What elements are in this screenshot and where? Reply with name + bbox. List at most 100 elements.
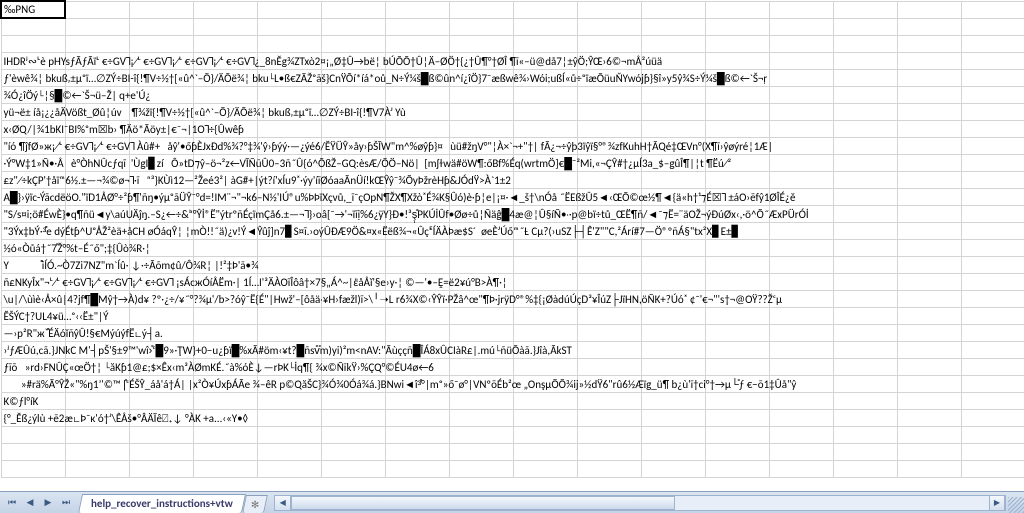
grid-cell[interactable]: [449, 392, 513, 409]
grid-cell[interactable]: [769, 392, 833, 409]
grid-cell[interactable]: [961, 273, 1024, 290]
grid-cell[interactable]: [641, 409, 705, 426]
grid-cell[interactable]: [833, 324, 897, 341]
grid-cell[interactable]: [769, 409, 833, 426]
grid-cell[interactable]: [641, 426, 705, 443]
grid-cell[interactable]: [961, 256, 1024, 273]
grid-cell[interactable]: [513, 103, 577, 120]
grid-cell[interactable]: [577, 103, 641, 120]
grid-cell[interactable]: [833, 188, 897, 205]
grid-cell[interactable]: [769, 222, 833, 239]
grid-cell[interactable]: [961, 460, 1024, 477]
grid-cell[interactable]: [897, 358, 961, 375]
grid-cell[interactable]: [129, 18, 193, 35]
grid-cell[interactable]: [769, 1, 833, 18]
grid-cell[interactable]: "íó ¶ĵfØ»ж¡∕ᴸ €÷GV˥¡∕ᴸ €÷GV˥ Àû#+ åŷ'•őƥ…: [1, 137, 65, 154]
grid-cell[interactable]: [641, 256, 705, 273]
grid-cell[interactable]: [385, 443, 449, 460]
grid-cell[interactable]: [833, 120, 897, 137]
grid-cell[interactable]: [705, 35, 769, 52]
grid-cell[interactable]: [129, 443, 193, 460]
grid-cell[interactable]: [897, 154, 961, 171]
grid-cell[interactable]: [897, 443, 961, 460]
grid-cell[interactable]: [513, 35, 577, 52]
grid-cell[interactable]: [449, 409, 513, 426]
grid-cell[interactable]: [513, 256, 577, 273]
grid-cell[interactable]: [257, 239, 321, 256]
grid-cell[interactable]: [257, 409, 321, 426]
grid-cell[interactable]: [385, 35, 449, 52]
grid-cell[interactable]: [897, 103, 961, 120]
grid-cell[interactable]: [705, 358, 769, 375]
grid-cell[interactable]: ‰PNG: [1, 1, 65, 18]
grid-cell[interactable]: [321, 392, 385, 409]
grid-cell[interactable]: [897, 239, 961, 256]
hscroll-left[interactable]: ◀: [275, 496, 291, 510]
grid-cell[interactable]: [769, 69, 833, 86]
grid-cell[interactable]: [961, 137, 1024, 154]
grid-cell[interactable]: [513, 171, 577, 188]
grid-cell[interactable]: [961, 443, 1024, 460]
grid-cell[interactable]: yü¬ë± íå¡¿¿åÄVößt_Øû¦úv ¶¾žï{!¶V÷½†[«û^`…: [1, 103, 65, 120]
grid-cell[interactable]: [321, 86, 385, 103]
grid-cell[interactable]: [641, 86, 705, 103]
grid-cell[interactable]: [833, 52, 897, 69]
grid-cell[interactable]: [641, 324, 705, 341]
grid-cell[interactable]: [193, 426, 257, 443]
grid-cell[interactable]: [577, 324, 641, 341]
grid-cell[interactable]: [961, 18, 1024, 35]
grid-cell[interactable]: [577, 256, 641, 273]
grid-cell[interactable]: [129, 307, 193, 324]
grid-cell[interactable]: [705, 52, 769, 69]
grid-cell[interactable]: [833, 18, 897, 35]
grid-cell[interactable]: [577, 239, 641, 256]
grid-cell[interactable]: [769, 443, 833, 460]
tab-nav-prev[interactable]: ◀: [22, 495, 38, 511]
grid-cell[interactable]: [449, 358, 513, 375]
grid-cell[interactable]: [257, 18, 321, 35]
grid-cell[interactable]: {°_Ěß¿ýlù +ē2æ∟Þ¯ĸ'ó†ᴶ\ÊÅš•°ÂÄĨê⍁₊↓ °ÀK …: [1, 409, 65, 426]
worksheet-grid[interactable]: ‰PNGIHDRʲ∾ᴸè pHYsƒÃƒÃïᴸ €÷GV˥¡∕ᴸ €÷GV˥¡…: [0, 0, 1024, 491]
grid-cell[interactable]: [769, 103, 833, 120]
grid-cell[interactable]: [65, 460, 129, 477]
grid-cell[interactable]: [769, 307, 833, 324]
grid-cell[interactable]: [513, 86, 577, 103]
grid-cell[interactable]: [449, 239, 513, 256]
grid-cell[interactable]: [833, 290, 897, 307]
grid-cell[interactable]: [513, 324, 577, 341]
grid-cell[interactable]: ½ó«Òůá†˝7̊Ž°%t–É˝ő";‡{Ûò¾R·¦: [1, 239, 65, 256]
grid-cell[interactable]: [193, 307, 257, 324]
grid-cell[interactable]: [961, 1, 1024, 18]
grid-cell[interactable]: ·Ý°W‡1»Ñ•·Å è°ÒhNÛcƒqĩ 'ÙgI▊zí Ô»tD⁊ŷ–ö¬…: [1, 154, 65, 171]
grid-cell[interactable]: [449, 324, 513, 341]
grid-cell[interactable]: [385, 324, 449, 341]
grid-cell[interactable]: »#rä%Ã°ŶŽ«"%ŋ1’'©™ |̊ᶜÉŠŶ_áå'á†Á| |x²Ò¥Ú…: [1, 375, 65, 392]
grid-cell[interactable]: [769, 358, 833, 375]
horizontal-scrollbar[interactable]: ◀ ▶: [274, 495, 1006, 511]
grid-cell[interactable]: [321, 1, 385, 18]
grid-cell[interactable]: [961, 392, 1024, 409]
grid-cell[interactable]: [65, 392, 129, 409]
grid-cell[interactable]: [961, 52, 1024, 69]
grid-cell[interactable]: [705, 239, 769, 256]
tab-nav-first[interactable]: ⏮: [4, 495, 20, 511]
grid-cell[interactable]: [769, 460, 833, 477]
grid-cell[interactable]: [513, 392, 577, 409]
grid-cell[interactable]: [65, 426, 129, 443]
grid-cell[interactable]: [897, 18, 961, 35]
grid-cell[interactable]: [257, 392, 321, 409]
grid-cell[interactable]: [385, 120, 449, 137]
grid-cell[interactable]: [705, 460, 769, 477]
grid-cell[interactable]: [321, 239, 385, 256]
grid-cell[interactable]: [769, 239, 833, 256]
grid-cell[interactable]: [513, 358, 577, 375]
grid-cell[interactable]: [385, 392, 449, 409]
grid-cell[interactable]: [833, 409, 897, 426]
grid-cell[interactable]: [833, 35, 897, 52]
grid-cell[interactable]: [961, 409, 1024, 426]
grid-cell[interactable]: [961, 35, 1024, 52]
grid-cell[interactable]: [577, 341, 641, 358]
grid-cell[interactable]: [193, 460, 257, 477]
grid-cell[interactable]: [833, 103, 897, 120]
grid-cell[interactable]: [193, 443, 257, 460]
